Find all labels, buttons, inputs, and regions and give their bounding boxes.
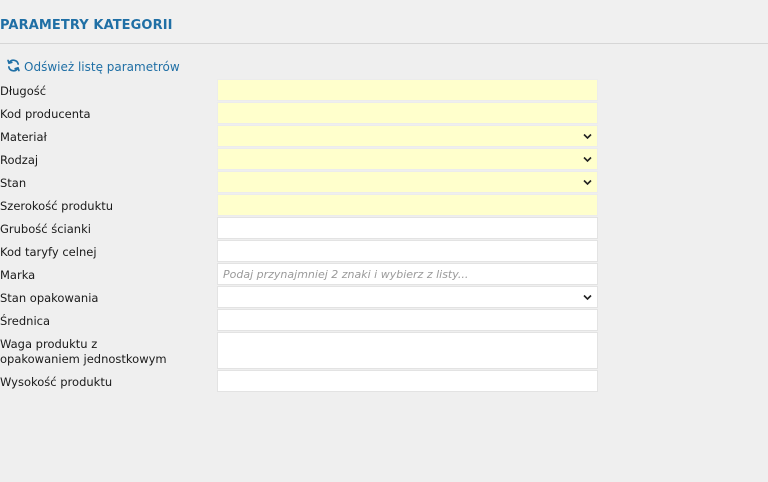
wysokosc-input[interactable] [217,370,598,392]
srednica-input[interactable] [217,309,598,331]
parameters-form: Długość Kod producenta Materiał Rodzaj S… [0,79,600,393]
param-label: Wysokość produktu [0,375,113,389]
page-title: PARAMETRY KATEGORII [0,18,173,33]
param-label: Marka [0,268,36,282]
param-row-material: Materiał [0,125,600,148]
kod-producenta-input[interactable] [217,102,598,124]
param-row-wysokosc: Wysokość produktu [0,370,600,393]
marka-input[interactable] [217,263,598,285]
param-row-srednica: Średnica [0,309,600,332]
grubosc-input[interactable] [217,217,598,239]
refresh-parameters-button[interactable]: Odśwież listę parametrów [6,58,180,76]
szerokosc-input[interactable] [217,194,598,216]
stan-select[interactable] [217,171,598,193]
param-label: Grubość ścianki [0,222,91,236]
rodzaj-select[interactable] [217,148,598,170]
material-select[interactable] [217,125,598,147]
refresh-parameters-label: Odśwież listę parametrów [24,60,180,74]
param-label: Rodzaj [0,153,39,167]
dlugosc-input[interactable] [217,79,598,101]
param-label: Szerokość produktu [0,199,114,213]
stan-opakowania-select[interactable] [217,286,598,308]
param-row-waga: Waga produktu z opakowaniem jednostkowym [0,332,600,370]
param-row-grubosc: Grubość ścianki [0,217,600,240]
param-label: Materiał [0,130,47,144]
param-row-kod-producenta: Kod producenta [0,102,600,125]
param-row-stan-opakowania: Stan opakowania [0,286,600,309]
chevron-down-icon [583,133,592,140]
param-label: Średnica [0,314,51,328]
kod-taryfy-input[interactable] [217,240,598,262]
param-label: Kod taryfy celnej [0,245,97,259]
param-row-rodzaj: Rodzaj [0,148,600,171]
param-label: Stan opakowania [0,291,99,305]
param-row-marka: Marka [0,263,600,286]
refresh-icon [6,58,21,76]
param-label: Stan [0,176,27,190]
param-label: Długość [0,84,47,98]
chevron-down-icon [583,156,592,163]
param-row-kod-taryfy: Kod taryfy celnej [0,240,600,263]
chevron-down-icon [583,179,592,186]
page-header: PARAMETRY KATEGORII [0,0,768,44]
param-row-stan: Stan [0,171,600,194]
param-label: Kod producenta [0,107,91,121]
waga-input[interactable] [217,332,598,369]
chevron-down-icon [583,294,592,301]
param-row-szerokosc: Szerokość produktu [0,194,600,217]
param-row-dlugosc: Długość [0,79,600,102]
param-label: Waga produktu z opakowaniem jednostkowym [0,337,167,366]
